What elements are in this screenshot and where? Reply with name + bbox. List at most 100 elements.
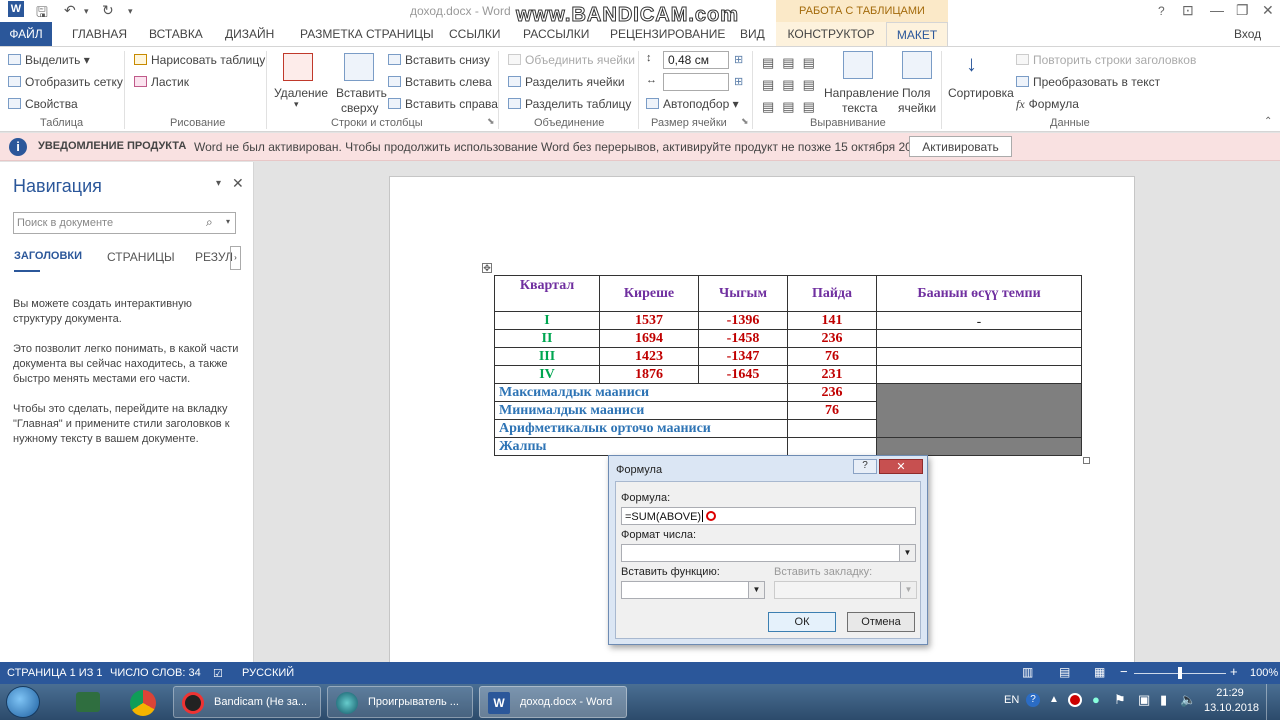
shaded-cell[interactable] <box>876 437 1082 456</box>
quarter-cell[interactable]: IV <box>494 365 600 384</box>
tab-mailings[interactable]: РАССЫЛКИ <box>523 27 589 41</box>
redo-icon[interactable]: ↻ <box>102 2 114 19</box>
header-cell[interactable]: Киреше <box>599 275 699 312</box>
split-cells-button[interactable]: Разделить ячейки <box>508 75 625 89</box>
proofing-icon[interactable]: ☑ <box>213 667 223 680</box>
formula-input[interactable]: =SUM(ABOVE) <box>621 507 916 525</box>
eraser-button[interactable]: Ластик <box>134 75 189 89</box>
dialog-close-button[interactable]: ✕ <box>879 459 923 474</box>
activate-button[interactable]: Активировать <box>909 136 1012 157</box>
shaded-cell[interactable] <box>876 383 1082 438</box>
undo-dropdown-icon[interactable]: ▾ <box>84 6 89 17</box>
insert-below-button[interactable]: Вставить снизу <box>388 53 490 67</box>
nav-tab-pages[interactable]: СТРАНИЦЫ <box>107 250 175 264</box>
web-layout-icon[interactable]: ▦ <box>1094 665 1105 679</box>
align-bottom-icons[interactable]: ▤▤▤ <box>762 99 823 115</box>
input-language[interactable]: EN <box>1004 694 1019 706</box>
text-direction-label-1[interactable]: Направление <box>824 86 899 100</box>
formula-button[interactable]: fx Формула <box>1016 97 1079 112</box>
app-pinned-icon[interactable] <box>76 692 100 712</box>
expense-cell[interactable]: -1645 <box>698 365 788 384</box>
summary-label-cell[interactable]: Максималдык мааниси <box>494 383 788 402</box>
insert-bookmark-select[interactable]: ▼ <box>774 581 917 599</box>
number-format-select[interactable]: ▼ <box>621 544 916 562</box>
tab-insert[interactable]: ВСТАВКА <box>149 27 203 41</box>
print-layout-icon[interactable]: ▤ <box>1059 665 1070 679</box>
system-clock[interactable]: 21:29 13.10.2018 <box>1204 686 1259 716</box>
nav-tab-results[interactable]: РЕЗУЛ <box>195 250 233 264</box>
minimize-button[interactable]: — <box>1210 2 1224 18</box>
table-resize-handle-icon[interactable] <box>1083 457 1090 464</box>
convert-to-text-button[interactable]: Преобразовать в текст <box>1016 75 1160 89</box>
nav-tab-headings[interactable]: ЗАГОЛОВКИ <box>14 250 82 262</box>
summary-value-cell[interactable]: 76 <box>787 401 877 420</box>
close-button[interactable]: ✕ <box>1262 2 1274 19</box>
ribbon-display-icon[interactable]: ⊡ <box>1182 2 1194 19</box>
tab-references[interactable]: ССЫЛКИ <box>449 27 500 41</box>
growth-cell[interactable] <box>876 365 1082 384</box>
page-count[interactable]: СТРАНИЦА 1 ИЗ 1 <box>7 667 103 679</box>
bandicam-tray-icon[interactable] <box>1068 693 1082 707</box>
flag-icon[interactable]: ⚑ <box>1114 692 1126 708</box>
nav-search-input[interactable]: Поиск в документе <box>13 212 236 234</box>
ok-button[interactable]: ОК <box>768 612 836 632</box>
autofit-button[interactable]: Автоподбор ▾ <box>646 97 739 111</box>
header-cell[interactable]: Квартал <box>494 275 600 312</box>
chevron-down-icon[interactable]: ▼ <box>900 582 916 598</box>
distribute-columns-icon[interactable]: ⊞ <box>734 75 743 88</box>
chrome-icon[interactable] <box>130 690 156 716</box>
help-button[interactable]: ? <box>1158 4 1165 18</box>
repeat-header-rows-button[interactable]: Повторить строки заголовков <box>1016 53 1196 67</box>
summary-label-cell[interactable]: Минималдык мааниси <box>494 401 788 420</box>
expense-cell[interactable]: -1347 <box>698 347 788 366</box>
tab-file[interactable]: ФАЙЛ <box>0 22 52 46</box>
profit-cell[interactable]: 141 <box>787 311 877 330</box>
tab-layout[interactable]: МАКЕТ <box>886 22 948 46</box>
header-cell[interactable]: Пайда <box>787 275 877 312</box>
text-direction-label-2[interactable]: текста <box>842 101 877 115</box>
tab-home[interactable]: ГЛАВНАЯ <box>72 27 127 41</box>
delete-button[interactable]: Удаление <box>274 86 328 100</box>
income-cell[interactable]: 1876 <box>599 365 699 384</box>
quarter-cell[interactable]: I <box>494 311 600 330</box>
summary-label-cell[interactable]: Арифметикалык орточо мааниси <box>494 419 788 438</box>
taskbar-word[interactable]: Wдоход.docx - Word <box>479 686 627 718</box>
cell-margins-label-2[interactable]: ячейки <box>898 101 936 115</box>
language-indicator[interactable]: РУССКИЙ <box>242 667 294 679</box>
split-table-button[interactable]: Разделить таблицу <box>508 97 631 111</box>
taskbar-bandicam[interactable]: Bandicam (Не за... <box>173 686 321 718</box>
profit-cell[interactable]: 236 <box>787 329 877 348</box>
merge-cells-button[interactable]: Объединить ячейки <box>508 53 635 67</box>
expense-cell[interactable]: -1396 <box>698 311 788 330</box>
tab-review[interactable]: РЕЦЕНЗИРОВАНИЕ <box>610 27 725 41</box>
pane-options-icon[interactable]: ▾ <box>216 178 221 189</box>
tray-expand-icon[interactable]: ▲ <box>1049 694 1059 705</box>
show-grid-button[interactable]: Отобразить сетку <box>8 75 123 89</box>
column-width-field[interactable] <box>663 73 729 91</box>
customize-qat-icon[interactable]: ▾ <box>128 6 133 17</box>
growth-cell[interactable] <box>876 329 1082 348</box>
select-button[interactable]: Выделить ▾ <box>8 53 90 67</box>
help-tray-icon[interactable]: ? <box>1026 693 1040 707</box>
rows-cols-launcher-icon[interactable]: ⬊ <box>487 116 495 127</box>
search-icon[interactable]: ⌕ <box>206 215 213 230</box>
table-move-handle-icon[interactable]: ✥ <box>482 263 492 273</box>
quarter-cell[interactable]: II <box>494 329 600 348</box>
draw-table-button[interactable]: Нарисовать таблицу <box>134 53 265 67</box>
income-cell[interactable]: 1694 <box>599 329 699 348</box>
tab-view[interactable]: ВИД <box>740 27 765 41</box>
align-top-icons[interactable]: ▤▤▤ <box>762 55 823 71</box>
chevron-down-icon[interactable]: ▼ <box>748 582 764 598</box>
chevron-down-icon[interactable]: ▼ <box>899 545 915 561</box>
word-count[interactable]: ЧИСЛО СЛОВ: 34 <box>110 667 201 679</box>
summary-label-cell[interactable]: Жалпы <box>494 437 788 456</box>
undo-icon[interactable]: ↶ <box>64 2 76 19</box>
growth-cell[interactable] <box>876 347 1082 366</box>
insert-right-button[interactable]: Вставить справа <box>388 97 498 111</box>
profit-cell[interactable]: 76 <box>787 347 877 366</box>
align-middle-icons[interactable]: ▤▤▤ <box>762 77 823 93</box>
summary-value-cell[interactable] <box>787 437 877 456</box>
volume-icon[interactable]: 🔈 <box>1180 692 1196 708</box>
summary-value-cell[interactable] <box>787 419 877 438</box>
insert-left-button[interactable]: Вставить слева <box>388 75 492 89</box>
